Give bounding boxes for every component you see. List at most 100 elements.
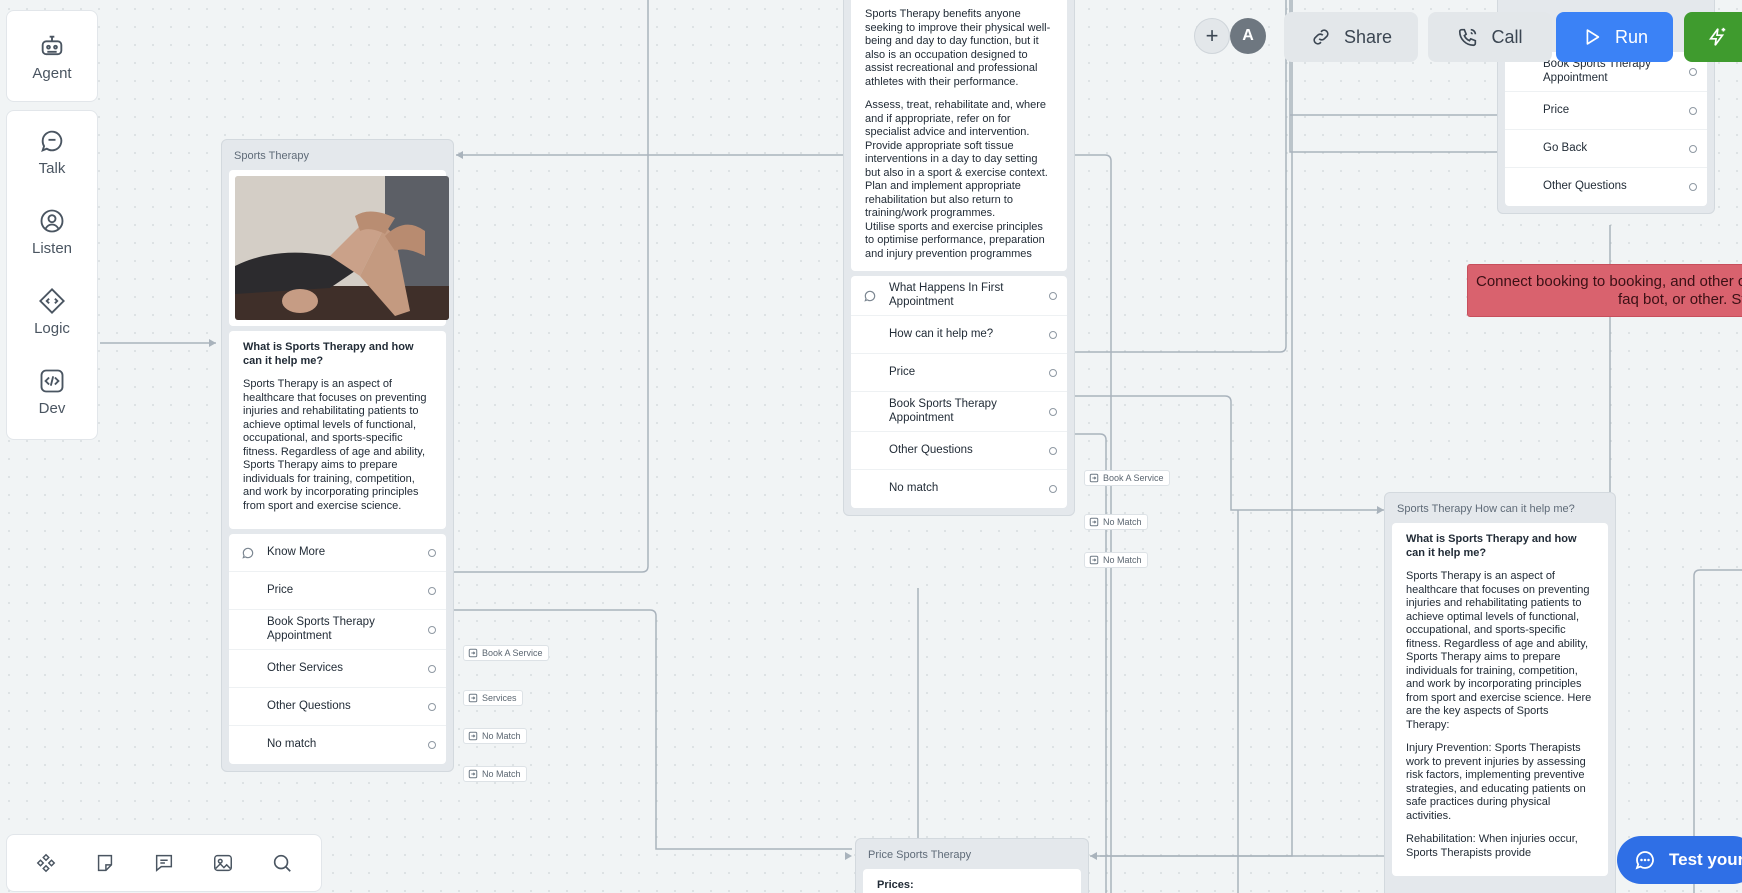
price-node[interactable]: Price Sports Therapy Prices: (855, 838, 1089, 893)
plus-icon: + (1205, 23, 1219, 48)
text-para: Sports Therapy benefits anyone seeking t… (865, 8, 1051, 88)
choice-label: Other Questions (889, 443, 973, 456)
share-label: Share (1343, 26, 1393, 47)
port-dot[interactable] (428, 664, 436, 673)
search-icon[interactable] (265, 846, 299, 880)
text-body: Sports Therapy is an aspect of healthcar… (243, 378, 427, 512)
port-dot[interactable] (1049, 330, 1057, 339)
share-button[interactable]: Share (1284, 12, 1418, 62)
note-icon[interactable] (88, 846, 122, 880)
talk-tool[interactable]: Talk (7, 111, 97, 191)
text-step[interactable]: Prices: (863, 869, 1081, 893)
chat-bubble-icon (37, 126, 67, 156)
port-dot[interactable] (1689, 106, 1697, 115)
choice-book-appointment[interactable]: Book Sports Therapy Appointment (851, 392, 1067, 432)
choice-book-appointment[interactable]: Book Sports Therapy Appointment (229, 610, 446, 650)
choice-how-can-it-help[interactable]: How can it help me? (851, 316, 1067, 354)
logic-tool[interactable]: Logic (7, 271, 97, 351)
add-button[interactable]: + (1194, 18, 1230, 54)
choice-other-questions[interactable]: Other Questions (851, 432, 1067, 470)
choice-price[interactable]: Price (851, 354, 1067, 392)
port-dot[interactable] (1689, 183, 1697, 191)
choice-other-questions[interactable]: Other Questions (1505, 168, 1707, 206)
publish-button[interactable] (1684, 12, 1742, 62)
goto-tag-label: Services (482, 693, 517, 703)
chat-bubble-icon (241, 546, 255, 560)
avatar[interactable]: A (1230, 18, 1266, 54)
port-dot[interactable] (1049, 446, 1057, 455)
goto-tag[interactable]: No Match (463, 728, 527, 744)
sticky-note[interactable]: Connect booking to booking, and other c … (1467, 264, 1742, 317)
node-title: Sports Therapy How can it help me? (1397, 503, 1575, 515)
goto-tag[interactable]: Book A Service (463, 645, 549, 661)
choice-other-services[interactable]: Other Services (229, 650, 446, 688)
test-agent-button[interactable]: Test your (1617, 836, 1742, 884)
goto-icon (1089, 517, 1099, 527)
talk-tool-label: Talk (38, 159, 66, 177)
choice-label: No match (267, 738, 317, 751)
choice-other-questions[interactable]: Other Questions (229, 688, 446, 726)
port-dot[interactable] (1049, 407, 1057, 416)
port-dot[interactable] (1049, 368, 1057, 377)
choice-price[interactable]: Price (1505, 92, 1707, 130)
text-para: Rehabilitation: When injuries occur, Spo… (1406, 833, 1578, 859)
agent-tool[interactable]: Agent (7, 11, 97, 101)
goto-icon (468, 693, 478, 703)
dev-tool[interactable]: Dev (7, 351, 97, 431)
text-para: Plan and implement appropriate rehabilit… (865, 180, 1021, 219)
goto-tag[interactable]: Book A Service (1084, 470, 1170, 486)
goto-tag-label: Book A Service (482, 648, 543, 658)
note-line: Connect booking to booking, and other c (1476, 273, 1742, 290)
choice-label: No match (889, 482, 939, 495)
diamond-code-icon (37, 286, 67, 316)
sports-therapy-node[interactable]: Sports Therapy What is Sports Therapy an… (221, 139, 454, 772)
text-step[interactable]: Sports Therapy benefits anyone seeking t… (851, 0, 1067, 271)
text-para: Utilise sports and exercise principles t… (865, 220, 1045, 260)
goto-tag[interactable]: No Match (463, 766, 527, 782)
choice-go-back[interactable]: Go Back (1505, 130, 1707, 168)
flow-canvas[interactable]: Agent Talk Listen Logic Dev Sports Thera… (0, 0, 1742, 893)
choice-price[interactable]: Price (229, 572, 446, 610)
choice-list: Book Sports Therapy Appointment Price Go… (1505, 52, 1707, 206)
choice-label: Go Back (1543, 141, 1588, 154)
node-title: Sports Therapy (234, 150, 310, 162)
text-step[interactable]: What is Sports Therapy and how can it he… (1392, 523, 1608, 876)
component-icon[interactable] (29, 846, 63, 880)
port-dot[interactable] (1689, 144, 1697, 153)
goto-tag[interactable]: No Match (1084, 514, 1148, 530)
listen-tool[interactable]: Listen (7, 191, 97, 271)
choice-know-more[interactable]: Know More (229, 534, 446, 572)
goto-tag[interactable]: No Match (1084, 552, 1148, 568)
goto-icon (468, 769, 478, 779)
port-dot[interactable] (428, 741, 436, 749)
choice-no-match[interactable]: No match (229, 726, 446, 764)
how-can-it-help-node[interactable]: Sports Therapy How can it help me? What … (1384, 492, 1616, 893)
call-button[interactable]: Call (1428, 12, 1552, 62)
goto-icon (468, 648, 478, 658)
agent-tool-label: Agent (32, 64, 72, 82)
chat-icon (1635, 851, 1654, 870)
text-step[interactable]: What is Sports Therapy and how can it he… (229, 331, 446, 529)
image-icon[interactable] (206, 846, 240, 880)
comment-icon[interactable] (147, 846, 181, 880)
text-para: Provide appropriate soft tissue interven… (865, 139, 1048, 179)
port-dot[interactable] (428, 548, 436, 557)
run-label: Run (1614, 26, 1649, 47)
node-title: Price Sports Therapy (868, 849, 972, 861)
sports-therapy-more-node[interactable]: Sports Therapy benefits anyone seeking t… (843, 0, 1075, 516)
goto-tag-label: No Match (482, 731, 521, 741)
port-dot[interactable] (1049, 485, 1057, 493)
choice-label: How can it help me? (889, 327, 994, 340)
choice-label: Other Questions (267, 699, 351, 712)
port-dot[interactable] (1049, 291, 1057, 300)
run-button[interactable]: Run (1556, 12, 1673, 62)
port-dot[interactable] (428, 702, 436, 711)
port-dot[interactable] (428, 625, 436, 634)
goto-icon (1089, 555, 1099, 565)
choice-no-match[interactable]: No match (851, 470, 1067, 508)
port-dot[interactable] (428, 586, 436, 595)
choice-first-appointment[interactable]: What Happens In First Appointment (851, 276, 1067, 316)
image-step[interactable] (229, 170, 449, 326)
port-dot[interactable] (1689, 67, 1697, 76)
goto-tag[interactable]: Services (463, 690, 523, 706)
